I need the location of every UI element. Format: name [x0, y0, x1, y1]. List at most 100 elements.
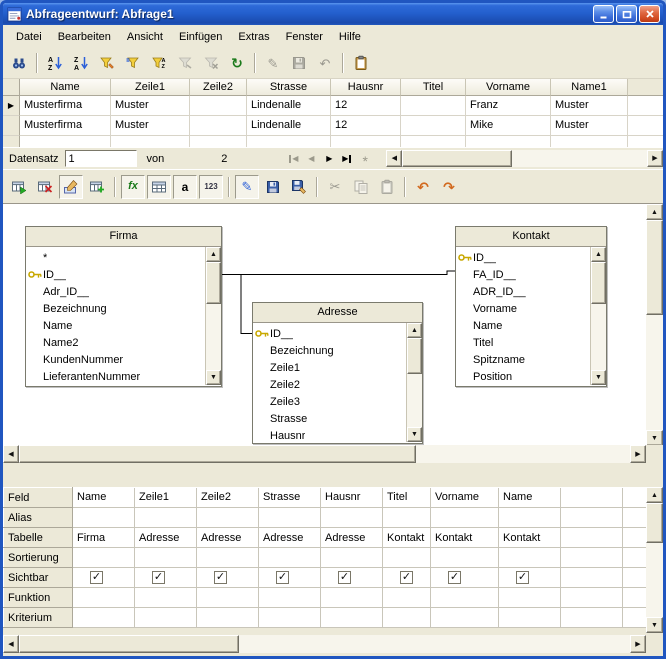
- cell[interactable]: 12: [331, 96, 401, 116]
- save-button[interactable]: [261, 175, 285, 199]
- grid-cell-feld[interactable]: Titel: [383, 488, 431, 508]
- grid-cell-feld[interactable]: Hausnr: [321, 488, 383, 508]
- cell[interactable]: [401, 136, 466, 147]
- grid-cell-funktion[interactable]: [135, 588, 197, 608]
- next-record-button[interactable]: ▶: [320, 150, 338, 168]
- field-item[interactable]: Position: [456, 368, 590, 385]
- scrollbar-track[interactable]: [407, 338, 422, 427]
- scroll-up-button[interactable]: ▲: [206, 247, 221, 262]
- scroll-up-button[interactable]: ▲: [591, 247, 606, 262]
- design-horizontal-scrollbar[interactable]: ◀ ▶: [3, 445, 646, 463]
- row-selector[interactable]: [3, 116, 20, 136]
- grid-cell-alias[interactable]: [499, 508, 561, 528]
- grid-cell-sortierung[interactable]: [431, 548, 499, 568]
- cell[interactable]: Muster: [111, 96, 190, 116]
- design-view-toggle-button[interactable]: [59, 175, 83, 199]
- close-button[interactable]: [639, 5, 660, 23]
- find-record-button[interactable]: [7, 51, 31, 75]
- grid-cell-tabelle[interactable]: [561, 528, 623, 548]
- grid-cell-sortierung[interactable]: [259, 548, 321, 568]
- cell[interactable]: Musterfirma: [20, 116, 111, 136]
- sichtbar-checkbox[interactable]: ✓: [276, 571, 289, 584]
- menu-hilfe[interactable]: Hilfe: [331, 28, 369, 46]
- field-item[interactable]: Zeile3: [253, 393, 406, 410]
- cell[interactable]: [401, 96, 466, 116]
- cell[interactable]: [247, 136, 331, 147]
- grid-cell-tabelle[interactable]: Adresse: [135, 528, 197, 548]
- grid-cell-alias[interactable]: [623, 508, 647, 528]
- grid-cell-funktion[interactable]: [499, 588, 561, 608]
- sort-descending-button[interactable]: ZA: [69, 51, 93, 75]
- field-item[interactable]: Name2: [26, 334, 205, 351]
- grid-cell-alias[interactable]: [383, 508, 431, 528]
- remove-filter-button[interactable]: [199, 51, 223, 75]
- grid-cell-alias[interactable]: [197, 508, 259, 528]
- grid-cell-kriterium[interactable]: [321, 608, 383, 628]
- save-as-button[interactable]: [287, 175, 311, 199]
- grid-cell-feld[interactable]: Name: [73, 488, 135, 508]
- grid-cell-alias[interactable]: [73, 508, 135, 528]
- col-header-vorname[interactable]: Vorname: [466, 79, 551, 96]
- grid-cell-sortierung[interactable]: [73, 548, 135, 568]
- design-vertical-scrollbar[interactable]: ▲ ▼: [646, 204, 663, 445]
- grid-cell-tabelle[interactable]: Kontakt: [499, 528, 561, 548]
- field-item[interactable]: ID__: [456, 249, 590, 266]
- scrollbar-thumb[interactable]: [206, 262, 221, 304]
- table-box-kontakt[interactable]: Kontakt ID__ FA_ID__ ADR_ID__ Vorname Na…: [455, 226, 607, 387]
- field-item[interactable]: *: [26, 249, 205, 266]
- cell[interactable]: [551, 136, 628, 147]
- cell[interactable]: 12: [331, 116, 401, 136]
- copy-button[interactable]: [349, 175, 373, 199]
- grid-cell-kriterium[interactable]: [73, 608, 135, 628]
- grid-cell-feld[interactable]: Zeile1: [135, 488, 197, 508]
- previous-record-button[interactable]: ◀: [302, 150, 320, 168]
- menu-bearbeiten[interactable]: Bearbeiten: [50, 28, 119, 46]
- grid-cell-sichtbar[interactable]: [561, 568, 623, 588]
- scroll-down-button[interactable]: ▼: [646, 617, 663, 633]
- field-item[interactable]: KundenNummer: [26, 351, 205, 368]
- cell[interactable]: Franz: [466, 96, 551, 116]
- grid-cell-sortierung[interactable]: [321, 548, 383, 568]
- new-record-button[interactable]: *: [356, 150, 374, 168]
- scrollbar-thumb[interactable]: [407, 338, 422, 374]
- menu-einfuegen[interactable]: Einfügen: [171, 28, 230, 46]
- grid-cell-kriterium[interactable]: [623, 608, 647, 628]
- table-box-firma[interactable]: Firma * ID__ Adr_ID__ Bezeichnung Name N…: [25, 226, 222, 387]
- col-header-name1[interactable]: Name1: [551, 79, 628, 96]
- sichtbar-checkbox[interactable]: ✓: [152, 571, 165, 584]
- table-name-toggle-button[interactable]: [147, 175, 171, 199]
- grid-cell-alias[interactable]: [135, 508, 197, 528]
- field-item[interactable]: Bezeichnung: [253, 342, 406, 359]
- grid-cell-tabelle[interactable]: [623, 528, 647, 548]
- scroll-up-button[interactable]: ▲: [646, 487, 663, 503]
- grid-cell-funktion[interactable]: [561, 588, 623, 608]
- first-record-button[interactable]: ◀: [284, 150, 302, 168]
- titlebar[interactable]: Abfrageentwurf: Abfrage1: [3, 3, 663, 25]
- cell[interactable]: [190, 136, 247, 147]
- sort-ascending-button[interactable]: AZ: [43, 51, 67, 75]
- cell[interactable]: [190, 116, 247, 136]
- grid-cell-feld[interactable]: Name: [499, 488, 561, 508]
- clear-query-button[interactable]: [33, 175, 57, 199]
- apply-filter-button[interactable]: [173, 51, 197, 75]
- sichtbar-checkbox[interactable]: ✓: [400, 571, 413, 584]
- cell[interactable]: Lindenalle: [247, 96, 331, 116]
- grid-cell-sortierung[interactable]: [623, 548, 647, 568]
- grid-cell-tabelle[interactable]: Kontakt: [383, 528, 431, 548]
- grid-cell-funktion[interactable]: [431, 588, 499, 608]
- scroll-up-button[interactable]: ▲: [407, 323, 422, 338]
- grid-cell-sortierung[interactable]: [197, 548, 259, 568]
- cell[interactable]: Lindenalle: [247, 116, 331, 136]
- table-box-adresse[interactable]: Adresse ID__ Bezeichnung Zeile1 Zeile2 Z…: [252, 302, 423, 444]
- cell[interactable]: Musterfirma: [20, 96, 111, 116]
- field-item[interactable]: Titel: [456, 334, 590, 351]
- field-item[interactable]: LieferantenNummer: [26, 368, 205, 385]
- grid-cell-feld[interactable]: [623, 488, 647, 508]
- grid-cell-kriterium[interactable]: [197, 608, 259, 628]
- table-box-scrollbar[interactable]: ▲ ▼: [205, 247, 221, 385]
- grid-cell-alias[interactable]: [431, 508, 499, 528]
- grid-cell-sortierung[interactable]: [135, 548, 197, 568]
- cell[interactable]: Muster: [551, 96, 628, 116]
- scrollbar-thumb[interactable]: [646, 503, 663, 543]
- col-header-titel[interactable]: Titel: [401, 79, 466, 96]
